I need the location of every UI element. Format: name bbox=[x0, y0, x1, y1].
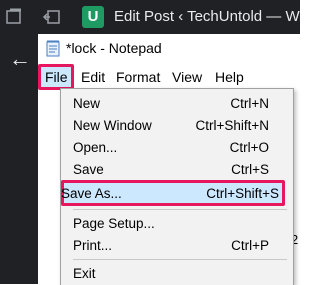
menu-item-label: Page Setup... bbox=[73, 216, 155, 231]
menu-item-label: New Window bbox=[73, 118, 152, 133]
menu-item-shortcut: Ctrl+Shift+N bbox=[195, 118, 269, 133]
browser-tab-title[interactable]: Edit Post ‹ TechUntold — W bbox=[114, 8, 300, 25]
menu-item-save[interactable]: Save Ctrl+S bbox=[61, 159, 293, 181]
menu-item-print[interactable]: Print... Ctrl+P bbox=[61, 235, 293, 257]
menu-item-label: Print... bbox=[73, 238, 113, 253]
menu-item-label: New bbox=[73, 96, 101, 111]
menu-bar: File Edit Format View Help bbox=[38, 64, 300, 90]
menu-help[interactable]: Help bbox=[215, 69, 244, 85]
menu-separator bbox=[73, 259, 287, 260]
menu-item-shortcut: Ctrl+S bbox=[231, 162, 269, 177]
tab-back-list-icon[interactable] bbox=[42, 7, 62, 27]
browser-tab-strip: U Edit Post ‹ TechUntold — W bbox=[0, 0, 300, 34]
menu-file[interactable]: File bbox=[45, 69, 68, 85]
menu-item-label: Save As... bbox=[61, 186, 122, 201]
menu-item-new-window[interactable]: New Window Ctrl+Shift+N bbox=[61, 115, 293, 137]
menu-item-label: Open... bbox=[73, 140, 118, 155]
file-menu-dropdown: New Ctrl+N New Window Ctrl+Shift+N Open.… bbox=[60, 88, 294, 285]
menu-item-label: Save bbox=[73, 162, 104, 177]
menu-edit[interactable]: Edit bbox=[81, 69, 105, 85]
menu-separator bbox=[73, 209, 287, 210]
menu-format[interactable]: Format bbox=[116, 69, 160, 85]
menu-item-shortcut: Ctrl+N bbox=[230, 96, 269, 111]
menu-item-shortcut: Ctrl+P bbox=[231, 238, 269, 253]
menu-item-save-as[interactable]: Save As... Ctrl+Shift+S bbox=[61, 180, 293, 206]
menu-item-new[interactable]: New Ctrl+N bbox=[61, 93, 293, 115]
menu-item-label: Exit bbox=[73, 266, 96, 281]
site-favicon-icon: U bbox=[82, 6, 104, 28]
browser-side-gutter: ← bbox=[0, 34, 38, 284]
back-arrow-icon[interactable]: ← bbox=[9, 48, 31, 70]
notepad-app-icon bbox=[46, 40, 60, 57]
menu-item-exit[interactable]: Exit bbox=[61, 263, 293, 285]
window-title: *lock - Notepad bbox=[66, 40, 162, 56]
menu-item-open[interactable]: Open... Ctrl+O bbox=[61, 137, 293, 159]
menu-view[interactable]: View bbox=[172, 69, 202, 85]
tab-square-icon[interactable] bbox=[4, 7, 24, 27]
notepad-title-bar: *lock - Notepad bbox=[38, 34, 300, 64]
menu-item-shortcut: Ctrl+O bbox=[229, 140, 269, 155]
menu-item-shortcut: Ctrl+Shift+S bbox=[206, 186, 279, 201]
menu-item-page-setup[interactable]: Page Setup... bbox=[61, 213, 293, 235]
